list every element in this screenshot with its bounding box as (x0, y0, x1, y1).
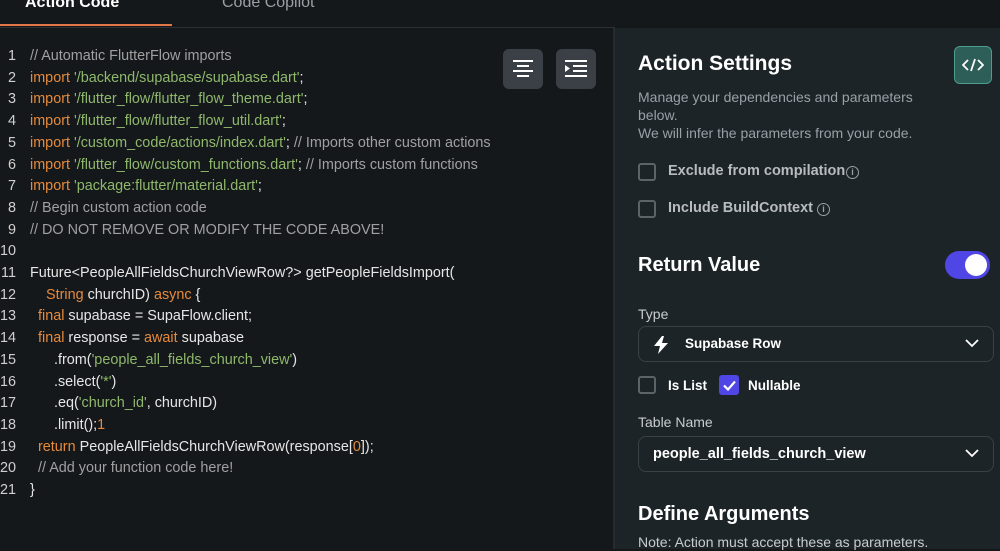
toggle-knob (965, 254, 987, 276)
nullable-checkbox[interactable] (719, 375, 739, 395)
code-text: import 'package:flutter/material.dart'; (30, 178, 262, 195)
align-center-icon (513, 60, 533, 77)
view-code-button[interactable] (954, 46, 992, 84)
chevron-down-icon (965, 449, 979, 458)
tab-action-code[interactable]: Action Code (25, 0, 119, 12)
table-name-value: people_all_fields_church_view (653, 446, 866, 462)
settings-description-3: We will infer the parameters from your c… (638, 125, 913, 141)
line-number: 16 (0, 373, 17, 390)
line-number: 11 (1, 265, 16, 281)
define-arguments-title: Define Arguments (638, 503, 810, 525)
include-buildcontext-label: Include BuildContext (668, 200, 813, 216)
info-icon[interactable]: i (817, 203, 830, 216)
tab-code-copilot[interactable]: Code Copilot (222, 0, 315, 12)
line-number: 21 (0, 482, 17, 498)
code-text: .select('*') (30, 373, 117, 390)
line-number: 17 (0, 395, 17, 412)
indent-button[interactable] (556, 49, 596, 89)
info-icon[interactable]: i (846, 166, 859, 179)
type-value: Supabase Row (685, 336, 782, 351)
code-brackets-icon (962, 58, 984, 72)
exclude-compilation-checkbox[interactable] (638, 163, 656, 181)
code-text: Future<PeopleAllFieldsChurchViewRow?> ge… (30, 265, 455, 281)
active-tab-indicator (0, 24, 172, 26)
tab-bar: Action Code Code Copilot (0, 0, 615, 28)
checkmark-icon (723, 380, 736, 391)
line-number: 13 (0, 308, 17, 325)
code-text: .limit();1 (30, 416, 106, 433)
code-text: .eq('church_id', churchID) (30, 395, 218, 412)
line-number: 14 (0, 330, 17, 347)
action-settings-panel: Action Settings Manage your dependencies… (615, 28, 1000, 550)
table-name-dropdown[interactable]: people_all_fields_church_view (638, 436, 994, 472)
code-text: import '/flutter_flow/custom_functions.d… (30, 156, 478, 173)
code-text: // DO NOT REMOVE OR MODIFY THE CODE ABOV… (30, 221, 385, 238)
line-number: 19 (0, 438, 17, 455)
code-text: // Begin custom action code (30, 199, 207, 216)
line-number: 6 (7, 156, 16, 173)
code-text: import '/flutter_flow/flutter_flow_theme… (30, 91, 308, 108)
return-value-toggle[interactable] (945, 251, 990, 279)
line-number: 1 (7, 48, 16, 64)
nullable-label: Nullable (748, 378, 801, 393)
code-text: // Automatic FlutterFlow imports (30, 48, 232, 64)
line-number: 12 (0, 286, 17, 303)
line-number: 20 (0, 460, 17, 477)
code-text: String churchID) async { (46, 286, 201, 303)
line-number: 2 (7, 69, 16, 86)
line-number: 7 (7, 178, 16, 195)
lightning-bolt-icon (654, 336, 668, 354)
exclude-compilation-label: Exclude from compilation (668, 163, 846, 179)
is-list-label: Is List (668, 378, 708, 393)
type-label: Type (638, 306, 669, 322)
format-code-button[interactable] (503, 49, 543, 89)
code-text: import '/custom_code/actions/index.dart'… (30, 134, 491, 151)
code-text: // Add your function code here! (30, 460, 234, 477)
code-text: } (30, 482, 35, 498)
line-number: 18 (0, 416, 17, 433)
code-text: .from('people_all_fields_church_view') (30, 351, 298, 368)
line-number: 9 (7, 221, 16, 238)
line-number: 3 (7, 91, 16, 108)
action-settings-title: Action Settings (638, 52, 793, 75)
code-text: import '/backend/supabase/supabase.dart'… (30, 69, 304, 86)
is-list-checkbox[interactable] (638, 376, 656, 394)
settings-description-1: Manage your dependencies and parameters (638, 89, 913, 105)
line-number: 15 (0, 351, 17, 368)
table-name-label: Table Name (638, 414, 713, 430)
include-buildcontext-checkbox[interactable] (638, 200, 656, 218)
indent-icon (565, 60, 587, 77)
arguments-note: Note: Action must accept these as parame… (638, 534, 929, 550)
type-dropdown[interactable]: Supabase Row (638, 326, 994, 362)
return-value-title: Return Value (638, 254, 761, 276)
line-number: 10 (0, 243, 17, 260)
line-number: 4 (7, 113, 16, 130)
line-number: 5 (7, 134, 16, 151)
code-text: final supabase = SupaFlow.client; (38, 308, 253, 325)
code-text: final response = await supabase (38, 330, 245, 347)
code-text: import '/flutter_flow/flutter_flow_util.… (30, 113, 286, 130)
code-editor[interactable]: 1 // Automatic FlutterFlow imports 2 import… (0, 28, 613, 549)
chevron-down-icon (965, 339, 979, 348)
code-text: return PeopleAllFieldsChurchViewRow(resp… (38, 438, 374, 455)
settings-description-2: below. (638, 107, 678, 123)
line-number: 8 (7, 199, 16, 216)
